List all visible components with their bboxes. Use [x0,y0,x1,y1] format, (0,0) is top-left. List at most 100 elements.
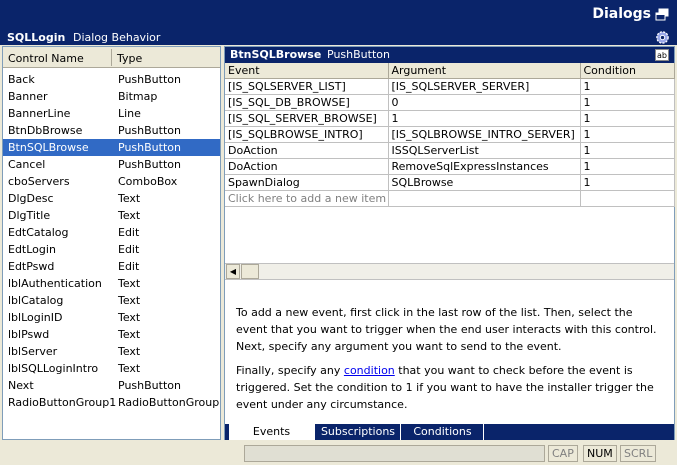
list-item[interactable]: DlgTitle Text [3,207,220,224]
control-type: Line [118,107,141,120]
list-item[interactable]: EdtPswd Edit [3,258,220,275]
table-row[interactable]: [IS_SQLBROWSE_INTRO] [IS_SQLBROWSE_INTRO_… [225,126,675,143]
control-type: Text [118,277,141,290]
condition-cell[interactable]: 1 [580,94,675,111]
list-item[interactable]: Banner Bitmap [3,88,220,105]
tab-events[interactable]: Events [229,424,315,440]
control-name: lblSQLLoginIntro [8,362,99,375]
dialog-behavior-label: Dialog Behavior [73,31,161,44]
control-type: PushButton [118,141,181,154]
list-item[interactable]: Back PushButton [3,71,220,88]
control-name: lblServer [8,345,58,358]
list-item[interactable]: EdtLogin Edit [3,241,220,258]
column-header-event[interactable]: Event [225,63,389,79]
control-type: Text [118,209,141,222]
argument-cell[interactable]: 0 [388,94,581,111]
argument-cell[interactable]: 1 [388,110,581,127]
table-row[interactable]: [IS_SQLSERVER_LIST] [IS_SQLSERVER_SERVER]… [225,78,675,95]
window-title: Dialogs [592,6,651,22]
control-name: Back [8,73,35,86]
control-type: PushButton [118,124,181,137]
argument-cell[interactable]: [IS_SQLSERVER_SERVER] [388,78,581,95]
list-item[interactable]: lblSQLLoginIntro Text [3,360,220,377]
condition-cell[interactable]: 1 [580,110,675,127]
argument-cell[interactable]: SQLBrowse [388,174,581,191]
column-header-condition[interactable]: Condition [580,63,675,79]
tab-bar: Events Subscriptions Conditions [225,424,674,440]
list-item[interactable]: EdtCatalog Edit [3,224,220,241]
status-progress-area [244,445,545,462]
control-name: lblPswd [8,328,50,341]
column-divider[interactable] [111,49,112,66]
scrollbar-thumb[interactable] [241,264,259,279]
control-type: Text [118,311,141,324]
title-bar: Dialogs [0,0,677,30]
control-name: BtnSQLBrowse [8,141,89,154]
argument-cell[interactable]: ISSQLServerList [388,142,581,159]
event-cell[interactable]: DoAction [225,158,389,175]
list-item[interactable]: lblCatalog Text [3,292,220,309]
argument-cell[interactable]: RemoveSqlExpressInstances [388,158,581,175]
control-name: BannerLine [8,107,71,120]
restore-icon[interactable] [655,8,669,21]
column-header-type[interactable]: Type [117,52,142,65]
dialog-name: SQLLogin [7,31,66,44]
condition-cell[interactable]: 1 [580,126,675,143]
control-name: cboServers [8,175,70,188]
event-cell[interactable]: [IS_SQLBROWSE_INTRO] [225,126,389,143]
list-item[interactable]: Next PushButton [3,377,220,394]
add-new-item-placeholder[interactable]: Click here to add a new item [225,190,389,207]
list-item[interactable]: lblAuthentication Text [3,275,220,292]
list-item[interactable]: RadioButtonGroup1 RadioButtonGroup [3,394,220,411]
empty-cell[interactable] [388,190,581,207]
condition-cell[interactable]: 1 [580,78,675,95]
event-cell[interactable]: [IS_SQL_DB_BROWSE] [225,94,389,111]
help-paragraph-1: To add a new event, first click in the l… [236,306,657,353]
control-type: PushButton [118,73,181,86]
control-list: Back PushButton Banner Bitmap BannerLine Line… [3,71,220,411]
control-name: lblCatalog [8,294,64,307]
control-name: EdtPswd [8,260,55,273]
list-item[interactable]: DlgDesc Text [3,190,220,207]
argument-cell[interactable]: [IS_SQLBROWSE_INTRO_SERVER] [388,126,581,143]
control-type: Bitmap [118,90,158,103]
list-item[interactable]: BtnDbBrowse PushButton [3,122,220,139]
control-type: PushButton [118,379,181,392]
list-item[interactable]: BtnSQLBrowse PushButton [3,139,220,156]
dialog-subheader: SQLLogin Dialog Behavior [0,30,677,45]
control-name: Cancel [8,158,46,171]
condition-cell[interactable]: 1 [580,142,675,159]
tab-conditions[interactable]: Conditions [402,424,484,440]
scroll-left-icon[interactable]: ◀ [226,264,240,279]
list-item[interactable]: BannerLine Line [3,105,220,122]
help-paragraph-2: Finally, specify any condition that you … [236,362,666,413]
condition-cell[interactable]: 1 [580,158,675,175]
gear-icon[interactable] [655,30,670,45]
list-item[interactable]: lblPswd Text [3,326,220,343]
list-item[interactable]: lblServer Text [3,343,220,360]
table-row[interactable]: DoAction ISSQLServerList 1 [225,142,675,159]
events-grid: Event Argument Condition [IS_SQLSERVER_L… [225,63,675,207]
selected-control-header: BtnSQLBrowse PushButton ab [225,47,674,63]
condition-link[interactable]: condition [344,364,395,377]
column-header-control-name[interactable]: Control Name [8,52,84,65]
tab-subscriptions[interactable]: Subscriptions [316,424,401,440]
condition-cell[interactable]: 1 [580,174,675,191]
event-cell[interactable]: DoAction [225,142,389,159]
table-row[interactable]: [IS_SQL_SERVER_BROWSE] 1 1 [225,110,675,127]
column-header-argument[interactable]: Argument [388,63,581,79]
table-row[interactable]: DoAction RemoveSqlExpressInstances 1 [225,158,675,175]
table-row[interactable]: [IS_SQL_DB_BROWSE] 0 1 [225,94,675,111]
add-new-item-row[interactable]: Click here to add a new item [225,190,675,207]
table-row[interactable]: SpawnDialog SQLBrowse 1 [225,174,675,191]
empty-cell[interactable] [580,190,675,207]
event-cell[interactable]: [IS_SQLSERVER_LIST] [225,78,389,95]
list-item[interactable]: cboServers ComboBox [3,173,220,190]
event-cell[interactable]: SpawnDialog [225,174,389,191]
list-item[interactable]: Cancel PushButton [3,156,220,173]
control-type: RadioButtonGroup [118,396,220,409]
control-name: BtnDbBrowse [8,124,83,137]
horizontal-scrollbar[interactable]: ◀ [225,263,674,280]
list-item[interactable]: lblLoginID Text [3,309,220,326]
event-cell[interactable]: [IS_SQL_SERVER_BROWSE] [225,110,389,127]
